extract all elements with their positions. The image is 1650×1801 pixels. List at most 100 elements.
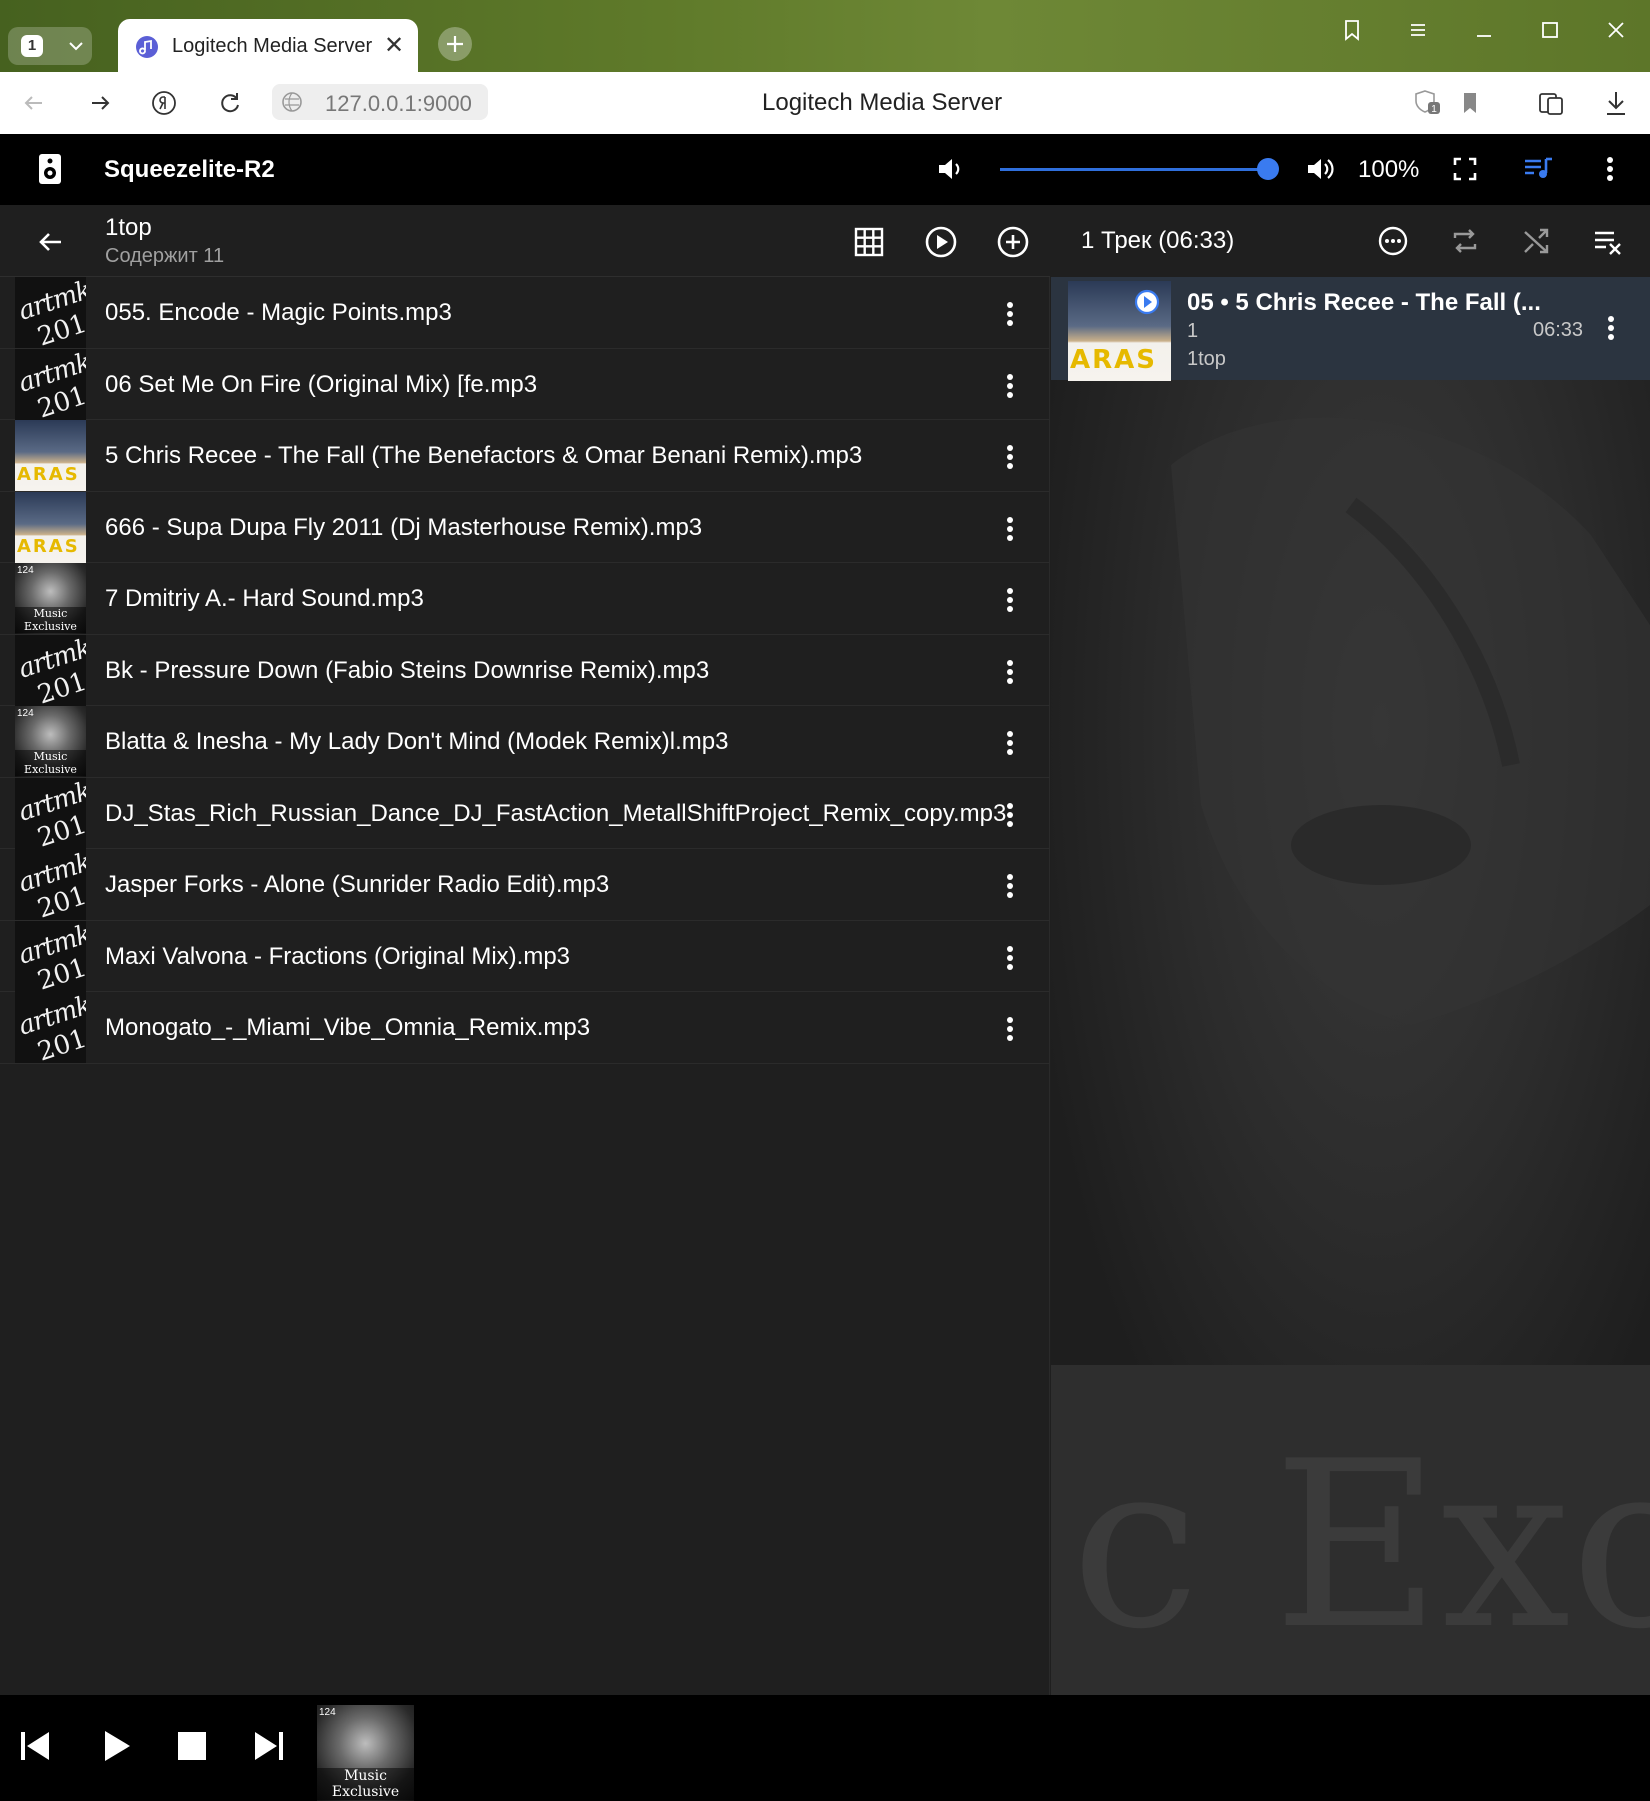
track-menu-icon[interactable] bbox=[998, 800, 1022, 830]
favicon-icon bbox=[136, 36, 158, 58]
track-menu-icon[interactable] bbox=[998, 1014, 1022, 1044]
address-bar: 127.0.0.1:9000 Logitech Media Server 1 bbox=[0, 72, 1650, 134]
track-menu-icon[interactable] bbox=[998, 371, 1022, 401]
maximize-icon[interactable] bbox=[1536, 16, 1564, 44]
track-menu-icon[interactable] bbox=[998, 657, 1022, 687]
track-album-art: ARAS bbox=[15, 491, 86, 563]
player-name[interactable]: Squeezelite-R2 bbox=[104, 156, 275, 184]
more-vert-icon[interactable] bbox=[1598, 154, 1622, 184]
track-title: Jasper Forks - Alone (Sunrider Radio Edi… bbox=[105, 871, 610, 898]
speaker-device-icon[interactable] bbox=[36, 152, 64, 186]
site-info-icon[interactable] bbox=[280, 90, 304, 114]
queue-header: 1 Трек (06:33) bbox=[1051, 205, 1650, 277]
shuffle-icon[interactable] bbox=[1521, 225, 1553, 257]
play-all-icon[interactable] bbox=[924, 225, 958, 259]
queue-more-icon[interactable] bbox=[1377, 225, 1409, 257]
track-title: 5 Chris Recee - The Fall (The Benefactor… bbox=[105, 442, 863, 469]
grid-view-icon[interactable] bbox=[853, 226, 885, 258]
volume-up-icon[interactable] bbox=[1304, 153, 1338, 185]
window-close-icon[interactable] bbox=[1602, 16, 1630, 44]
next-track-icon[interactable] bbox=[252, 1728, 286, 1764]
track-row[interactable]: artmkiss 2011 Maxi Valvona - Fractions (Or… bbox=[0, 920, 1050, 992]
track-row[interactable]: 124 Music Exclusive Blatta & Inesha - My L… bbox=[0, 706, 1050, 778]
volume-down-icon[interactable] bbox=[935, 154, 965, 184]
browse-title: 1top bbox=[105, 214, 152, 241]
download-icon[interactable] bbox=[1602, 88, 1630, 118]
clear-queue-icon[interactable] bbox=[1592, 225, 1624, 257]
track-row[interactable]: artmkiss 2011 055. Encode - Magic Points.m… bbox=[0, 277, 1050, 349]
track-menu-icon[interactable] bbox=[998, 943, 1022, 973]
bookmark-icon[interactable] bbox=[1457, 89, 1483, 117]
volume-slider-handle[interactable] bbox=[1257, 158, 1279, 180]
collections-icon[interactable] bbox=[1338, 16, 1366, 44]
track-row[interactable]: artmkiss 2011 Bk - Pressure Down (Fabio St… bbox=[0, 634, 1050, 706]
tab-close-icon[interactable]: ✕ bbox=[384, 31, 404, 60]
track-album-art: 124 Music Exclusive bbox=[15, 706, 86, 777]
track-menu-icon[interactable] bbox=[998, 514, 1022, 544]
forward-icon[interactable] bbox=[86, 89, 114, 117]
url-text[interactable]: 127.0.0.1:9000 bbox=[325, 91, 472, 117]
minimize-icon[interactable] bbox=[1470, 16, 1498, 44]
track-menu-icon[interactable] bbox=[998, 585, 1022, 615]
track-menu-icon[interactable] bbox=[998, 728, 1022, 758]
track-album-art: artmkiss 2011 bbox=[15, 634, 86, 706]
track-title: Maxi Valvona - Fractions (Original Mix).… bbox=[105, 942, 571, 970]
track-row[interactable]: ARAS 666 - Supa Dupa Fly 2011 (Dj Masterh… bbox=[0, 491, 1050, 563]
svg-text:c Exclu: c Exclu bbox=[1071, 1413, 1650, 1680]
track-row[interactable]: artmkiss 2011 Monogato_-_Miami_Vibe_Omnia_… bbox=[0, 992, 1050, 1064]
queue-item-album: 1top bbox=[1187, 348, 1226, 370]
new-tab-button[interactable] bbox=[438, 27, 472, 61]
back-icon[interactable] bbox=[20, 89, 48, 117]
player-bar: 124 Music Exclusive bbox=[0, 1695, 1650, 1801]
queue-item-menu-icon[interactable] bbox=[1599, 313, 1623, 343]
track-title: 055. Encode - Magic Points.mp3 bbox=[105, 299, 452, 326]
track-album-art: 124 Music Exclusive bbox=[15, 563, 86, 634]
browser-tab[interactable]: Logitech Media Server ✕ bbox=[118, 19, 418, 72]
queue-item[interactable]: ARAS 05 • 5 Chris Recee - The Fall (... … bbox=[1051, 277, 1650, 381]
browser-tab-bar: 1 Logitech Media Server ✕ bbox=[0, 0, 1650, 72]
tab-counter-button[interactable]: 1 bbox=[8, 27, 92, 65]
track-menu-icon[interactable] bbox=[998, 299, 1022, 329]
app-toolbar: Squeezelite-R2 100% bbox=[0, 134, 1650, 205]
queue-item-title: 05 • 5 Chris Recee - The Fall (... bbox=[1187, 289, 1541, 316]
track-row[interactable]: 124 Music Exclusive 7 Dmitriy A.- Hard Sou… bbox=[0, 563, 1050, 635]
chevron-down-icon bbox=[66, 34, 86, 58]
track-album-art: artmkiss 2011 bbox=[15, 777, 86, 849]
track-menu-icon[interactable] bbox=[998, 442, 1022, 472]
reload-icon[interactable] bbox=[216, 89, 244, 117]
tab-title: Logitech Media Server bbox=[172, 35, 373, 57]
track-title: Bk - Pressure Down (Fabio Steins Downris… bbox=[105, 656, 710, 684]
yandex-icon[interactable] bbox=[150, 89, 178, 117]
fullscreen-icon[interactable] bbox=[1451, 155, 1479, 183]
volume-slider-track[interactable] bbox=[1000, 168, 1270, 171]
track-title: 06 Set Me On Fire (Original Mix) [fe.mp3 bbox=[105, 370, 538, 398]
queue-toggle-icon[interactable] bbox=[1522, 155, 1554, 183]
repeat-icon[interactable] bbox=[1449, 225, 1481, 257]
stop-icon[interactable] bbox=[176, 1730, 208, 1762]
volume-percent: 100% bbox=[1358, 156, 1420, 183]
previous-track-icon[interactable] bbox=[18, 1728, 52, 1764]
queue-item-artist: 1 bbox=[1187, 320, 1199, 342]
queue-item-album-art: ARAS bbox=[1068, 281, 1171, 381]
track-menu-icon[interactable] bbox=[998, 871, 1022, 901]
track-row[interactable]: artmkiss 2011 Jasper Forks - Alone (Sunrid… bbox=[0, 849, 1050, 921]
now-playing-album-art[interactable]: 124 Music Exclusive bbox=[317, 1705, 414, 1801]
track-album-art: artmkiss 2011 bbox=[15, 348, 86, 420]
track-row[interactable]: artmkiss 2011 DJ_Stas_Rich_Russian_Dance_D… bbox=[0, 777, 1050, 849]
add-all-icon[interactable] bbox=[996, 225, 1030, 259]
track-row[interactable]: artmkiss 2011 06 Set Me On Fire (Original … bbox=[0, 348, 1050, 420]
track-album-art: artmkiss 2011 bbox=[15, 992, 86, 1063]
play-icon[interactable] bbox=[100, 1728, 134, 1764]
browse-pane: 1top Содержит 11 artmkiss 2011 055. Encode… bbox=[0, 205, 1050, 1695]
now-playing-icon bbox=[1134, 289, 1160, 315]
queue-pane: c Exclu 1 Трек (06:33) ARAS 05 • 5 Chris… bbox=[1051, 205, 1650, 1695]
track-title: 7 Dmitriy A.- Hard Sound.mp3 bbox=[105, 585, 424, 612]
browse-header: 1top Содержит 11 bbox=[0, 205, 1050, 277]
menu-icon[interactable] bbox=[1404, 16, 1432, 44]
back-arrow-icon[interactable] bbox=[36, 227, 66, 257]
extensions-icon[interactable] bbox=[1536, 88, 1566, 118]
tab-count: 1 bbox=[21, 35, 43, 57]
track-row[interactable]: ARAS 5 Chris Recee - The Fall (The Benefa… bbox=[0, 420, 1050, 492]
track-title: 666 - Supa Dupa Fly 2011 (Dj Masterhouse… bbox=[105, 513, 703, 541]
shield-icon[interactable]: 1 bbox=[1412, 87, 1442, 117]
